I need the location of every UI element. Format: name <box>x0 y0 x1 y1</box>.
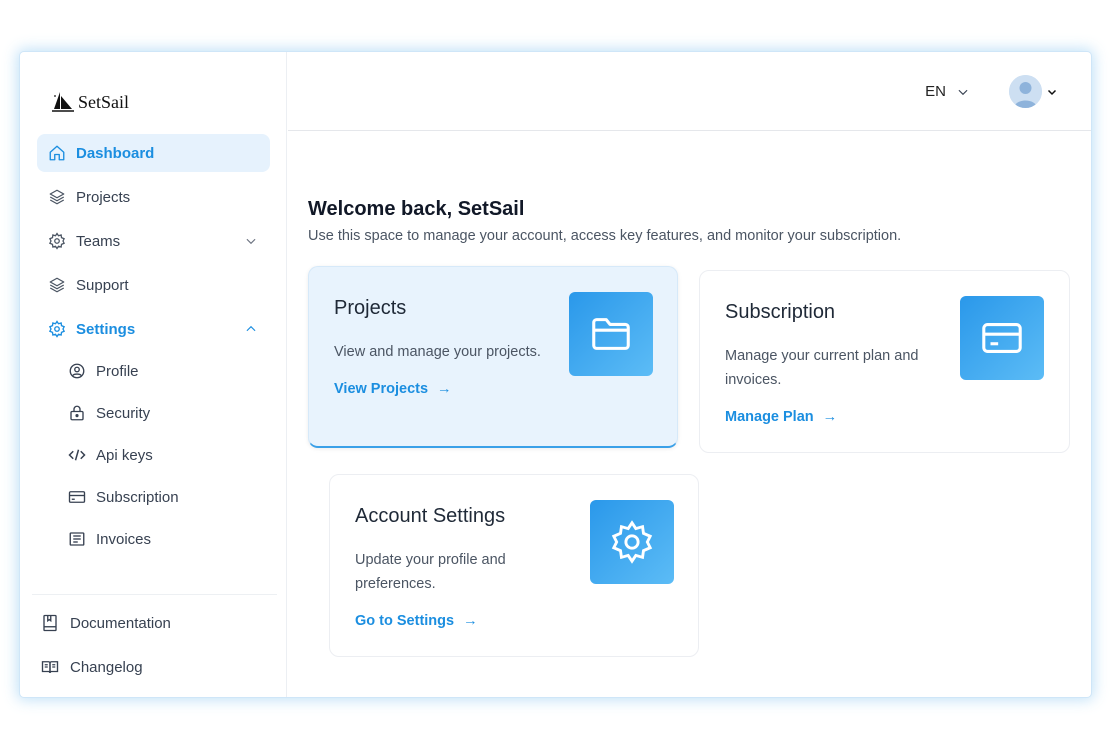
sidebar-item-teams[interactable]: Teams <box>37 222 270 260</box>
sidebar-subitem-label: Subscription <box>96 488 179 506</box>
credit-card-icon <box>982 323 1022 353</box>
link-label: View Projects <box>334 381 429 397</box>
user-menu[interactable] <box>1009 75 1058 108</box>
home-icon <box>48 144 66 162</box>
chevron-up-icon <box>244 322 258 336</box>
sidebar-item-label: Dashboard <box>76 144 155 162</box>
language-label: EN <box>925 83 946 100</box>
sidebar-item-projects[interactable]: Projects <box>37 178 270 216</box>
card-description-line-2: invoices. <box>725 372 782 388</box>
page-subtitle: Use this space to manage your account, a… <box>308 228 902 244</box>
layers-icon <box>48 276 66 294</box>
sidebar-item-changelog[interactable]: Changelog <box>41 652 143 682</box>
arrow-right-icon: → <box>463 613 478 629</box>
sidebar-item-label: Documentation <box>70 614 171 632</box>
manage-plan-link[interactable]: Manage Plan → <box>725 409 837 425</box>
brand-logo[interactable]: SetSail <box>51 90 129 114</box>
sidebar-subitem-label: Api keys <box>96 446 153 464</box>
sidebar-item-settings[interactable]: Settings <box>37 310 270 348</box>
sidebar-item-label: Projects <box>76 188 131 206</box>
arrow-right-icon: → <box>822 409 838 425</box>
link-label: Go to Settings <box>355 613 455 629</box>
view-projects-link[interactable]: View Projects → <box>334 381 452 397</box>
lock-icon <box>68 404 86 422</box>
card-description-line-1: Manage your current plan and <box>725 348 919 364</box>
card-title: Projects <box>334 297 407 319</box>
app-window: SetSail Dashboard Projects Teams Support… <box>20 52 1091 697</box>
sidebar-item-support[interactable]: Support <box>37 266 270 304</box>
gear-icon <box>611 520 653 564</box>
sidebar-item-label: Teams <box>76 232 121 250</box>
sidebar-subitem-label: Profile <box>96 362 139 380</box>
user-circle-icon <box>68 362 86 380</box>
card-icon <box>68 488 86 506</box>
sailboat-icon <box>52 92 74 112</box>
card-description: View and manage your projects. <box>334 344 541 360</box>
card-title: Subscription <box>725 301 836 323</box>
sidebar-item-label: Support <box>76 276 129 294</box>
sidebar-subitem-label: Security <box>96 404 151 422</box>
sidebar-subitem-profile[interactable]: Profile <box>68 356 139 386</box>
sidebar-divider <box>32 594 277 595</box>
folder-icon <box>592 318 630 350</box>
projects-card[interactable]: Projects View and manage your projects. … <box>308 266 678 448</box>
go-to-settings-link[interactable]: Go to Settings → <box>355 613 478 629</box>
chevron-down-icon <box>244 234 258 248</box>
main-content: Welcome back, SetSail Use this space to … <box>288 132 1091 697</box>
invoice-icon <box>68 530 86 548</box>
sidebar: SetSail Dashboard Projects Teams Support… <box>20 52 287 697</box>
top-bar: EN <box>288 52 1091 131</box>
folder-icon-tile <box>569 292 653 376</box>
sidebar-item-label: Changelog <box>70 658 143 676</box>
sidebar-subitem-label: Invoices <box>96 530 152 548</box>
chevron-down-icon <box>956 85 970 99</box>
book-icon <box>41 614 59 632</box>
layers-icon <box>48 188 66 206</box>
gear-icon-tile <box>590 500 674 584</box>
brand-name: SetSail <box>78 91 130 112</box>
sidebar-subitem-api-keys[interactable]: Api keys <box>68 440 153 470</box>
card-title: Account Settings <box>355 505 506 527</box>
sidebar-item-dashboard[interactable]: Dashboard <box>37 134 270 172</box>
card-description-line-2: preferences. <box>355 576 436 592</box>
subscription-card[interactable]: Subscription Manage your current plan an… <box>699 270 1070 453</box>
page-title: Welcome back, SetSail <box>308 198 525 220</box>
card-description-line-1: Update your profile and <box>355 552 506 568</box>
sidebar-subitem-security[interactable]: Security <box>68 398 150 428</box>
sidebar-subitem-invoices[interactable]: Invoices <box>68 524 151 554</box>
link-label: Manage Plan <box>725 409 814 425</box>
open-book-icon <box>41 658 59 676</box>
chevron-down-icon <box>1046 86 1058 98</box>
language-selector[interactable]: EN <box>925 83 970 100</box>
avatar <box>1009 75 1042 108</box>
code-icon <box>68 446 86 464</box>
account-settings-card[interactable]: Account Settings Update your profile and… <box>329 474 699 657</box>
credit-card-icon-tile <box>960 296 1044 380</box>
sidebar-subitem-subscription[interactable]: Subscription <box>68 482 179 512</box>
arrow-right-icon: → <box>437 381 452 397</box>
gear-icon <box>48 232 66 250</box>
sidebar-item-label: Settings <box>76 320 136 338</box>
gear-icon <box>48 320 66 338</box>
sidebar-item-documentation[interactable]: Documentation <box>41 608 171 638</box>
